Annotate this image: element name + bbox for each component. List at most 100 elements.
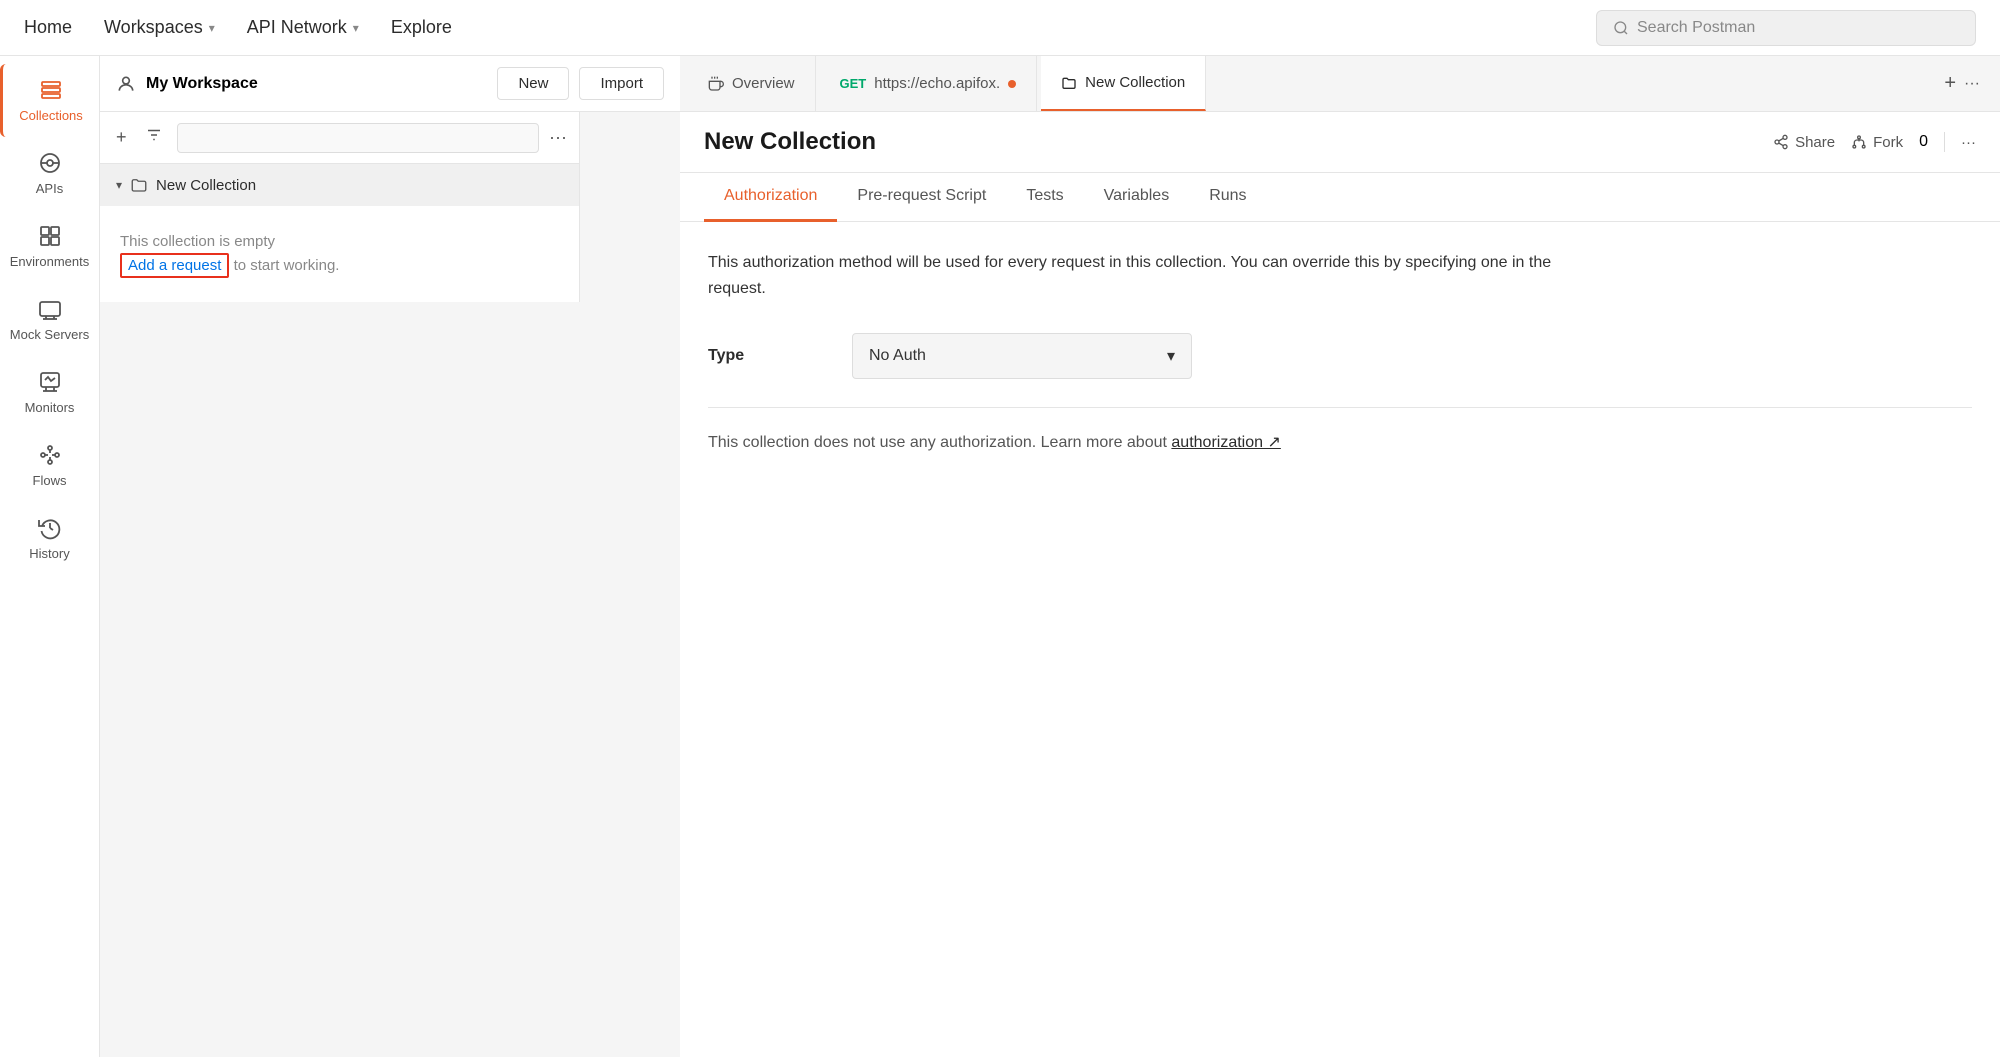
content-more-button[interactable]: ···: [1961, 134, 1976, 151]
sidebar-label-mock-servers: Mock Servers: [10, 327, 89, 342]
auth-type-chevron: ▾: [1167, 346, 1175, 366]
sub-tab-tests[interactable]: Tests: [1006, 173, 1083, 222]
collection-item-new-collection[interactable]: ▾ New Collection: [100, 164, 579, 206]
collections-panel-body: ▾ New Collection This collection is empt…: [100, 164, 579, 302]
filter-icon: [145, 126, 163, 144]
auth-type-row: Type No Auth ▾: [708, 333, 1972, 379]
add-collection-button[interactable]: +: [112, 123, 131, 152]
collection-folder-icon: [130, 176, 148, 194]
request-dot: [1008, 80, 1016, 88]
tab-actions: + ···: [1944, 72, 1992, 95]
tab-bar: Overview GET https://echo.apifox. New Co…: [680, 56, 2000, 112]
empty-state: This collection is empty Add a request t…: [100, 206, 579, 302]
left-pane: My Workspace New Import + ···: [100, 56, 680, 1057]
nav-explore[interactable]: Explore: [391, 17, 452, 38]
mock-servers-icon: [38, 297, 62, 321]
collections-search[interactable]: [177, 123, 540, 153]
content-header: New Collection Share Fork 0: [680, 112, 2000, 173]
search-placeholder: Search Postman: [1637, 19, 1755, 37]
tab-overview[interactable]: Overview: [688, 56, 816, 111]
tab-overview-label: Overview: [732, 75, 795, 92]
after-text: to start working.: [234, 257, 340, 274]
filter-button[interactable]: [141, 122, 167, 153]
sidebar-item-environments[interactable]: Environments: [0, 210, 99, 283]
share-label: Share: [1795, 134, 1835, 151]
sub-tab-runs[interactable]: Runs: [1189, 173, 1266, 222]
nav-api-network[interactable]: API Network ▾: [247, 17, 359, 38]
overview-icon: [708, 76, 724, 92]
sidebar-label-flows: Flows: [33, 473, 67, 488]
sidebar-item-mock-servers[interactable]: Mock Servers: [0, 283, 99, 356]
auth-type-value: No Auth: [869, 347, 926, 365]
tab-new-collection[interactable]: New Collection: [1041, 56, 1206, 111]
auth-divider: [708, 407, 1972, 408]
sidebar-item-apis[interactable]: APIs: [0, 137, 99, 210]
sub-tabs: Authorization Pre-request Script Tests V…: [680, 173, 2000, 222]
auth-type-label: Type: [708, 347, 828, 365]
content-title: New Collection: [704, 128, 876, 156]
import-button[interactable]: Import: [579, 67, 664, 100]
tab-get-request[interactable]: GET https://echo.apifox.: [820, 56, 1038, 111]
tab-collection-icon: [1061, 75, 1077, 91]
nav-workspaces[interactable]: Workspaces ▾: [104, 17, 215, 38]
sub-tab-authorization[interactable]: Authorization: [704, 173, 837, 222]
monitors-icon: [38, 370, 62, 394]
auth-description: This authorization method will be used f…: [708, 250, 1608, 301]
fork-button[interactable]: Fork: [1851, 134, 1903, 151]
top-nav: Home Workspaces ▾ API Network ▾ Explore …: [0, 0, 2000, 56]
collections-more-button[interactable]: ···: [549, 127, 567, 148]
fork-icon: [1851, 134, 1867, 150]
sidebar-label-environments: Environments: [10, 254, 89, 269]
search-icon: [1613, 20, 1629, 36]
sidebar-label-history: History: [29, 546, 69, 561]
main-layout: Collections APIs Environments Mock Serve…: [0, 56, 2000, 1057]
nav-left: Home Workspaces ▾ API Network ▾ Explore: [24, 17, 452, 38]
empty-state-text: This collection is empty: [120, 233, 275, 250]
sub-tab-variables[interactable]: Variables: [1084, 173, 1190, 222]
sidebar-label-apis: APIs: [36, 181, 63, 196]
collections-panel: + ··· ▾ New Collection: [100, 112, 580, 302]
collections-icon: [39, 78, 63, 102]
api-network-chevron: ▾: [353, 21, 359, 35]
collection-chevron: ▾: [116, 178, 122, 192]
sidebar-item-history[interactable]: History: [0, 502, 99, 575]
authorization-link[interactable]: authorization ↗: [1171, 434, 1280, 451]
fork-count: 0: [1919, 133, 1928, 151]
environments-icon: [38, 224, 62, 248]
workspace-actions: New Import: [497, 67, 664, 100]
content-divider: [1944, 132, 1945, 152]
apis-icon: [38, 151, 62, 175]
sidebar-item-monitors[interactable]: Monitors: [0, 356, 99, 429]
share-icon: [1773, 134, 1789, 150]
content-actions: Share Fork 0 ···: [1773, 132, 1976, 152]
sidebar: Collections APIs Environments Mock Serve…: [0, 56, 100, 1057]
new-button[interactable]: New: [497, 67, 569, 100]
tab-collection-label: New Collection: [1085, 74, 1185, 91]
sidebar-item-collections[interactable]: Collections: [0, 64, 99, 137]
get-badge: GET: [840, 76, 867, 91]
workspace-name-area: My Workspace: [116, 74, 258, 94]
authorization-content: This authorization method will be used f…: [680, 222, 2000, 1057]
workspace-header: My Workspace New Import: [100, 56, 680, 112]
flows-icon: [38, 443, 62, 467]
fork-label: Fork: [1873, 134, 1903, 151]
collection-name: New Collection: [156, 177, 256, 194]
add-request-link[interactable]: Add a request: [120, 253, 229, 278]
sidebar-label-monitors: Monitors: [25, 400, 75, 415]
user-icon: [116, 74, 136, 94]
collections-toolbar: + ···: [100, 112, 579, 164]
sub-tab-pre-request-script[interactable]: Pre-request Script: [837, 173, 1006, 222]
share-button[interactable]: Share: [1773, 134, 1835, 151]
tab-add-button[interactable]: +: [1944, 72, 1956, 95]
tab-request-url: https://echo.apifox.: [874, 75, 1000, 92]
main-content: Overview GET https://echo.apifox. New Co…: [680, 56, 2000, 1057]
search-bar[interactable]: Search Postman: [1596, 10, 1976, 46]
sidebar-item-flows[interactable]: Flows: [0, 429, 99, 502]
auth-type-select[interactable]: No Auth ▾: [852, 333, 1192, 379]
tab-more-button[interactable]: ···: [1964, 75, 1980, 93]
history-icon: [38, 516, 62, 540]
nav-home[interactable]: Home: [24, 17, 72, 38]
workspace-name: My Workspace: [146, 75, 258, 93]
auth-no-auth-message: This collection does not use any authori…: [708, 432, 1972, 452]
sidebar-label-collections: Collections: [19, 108, 83, 123]
